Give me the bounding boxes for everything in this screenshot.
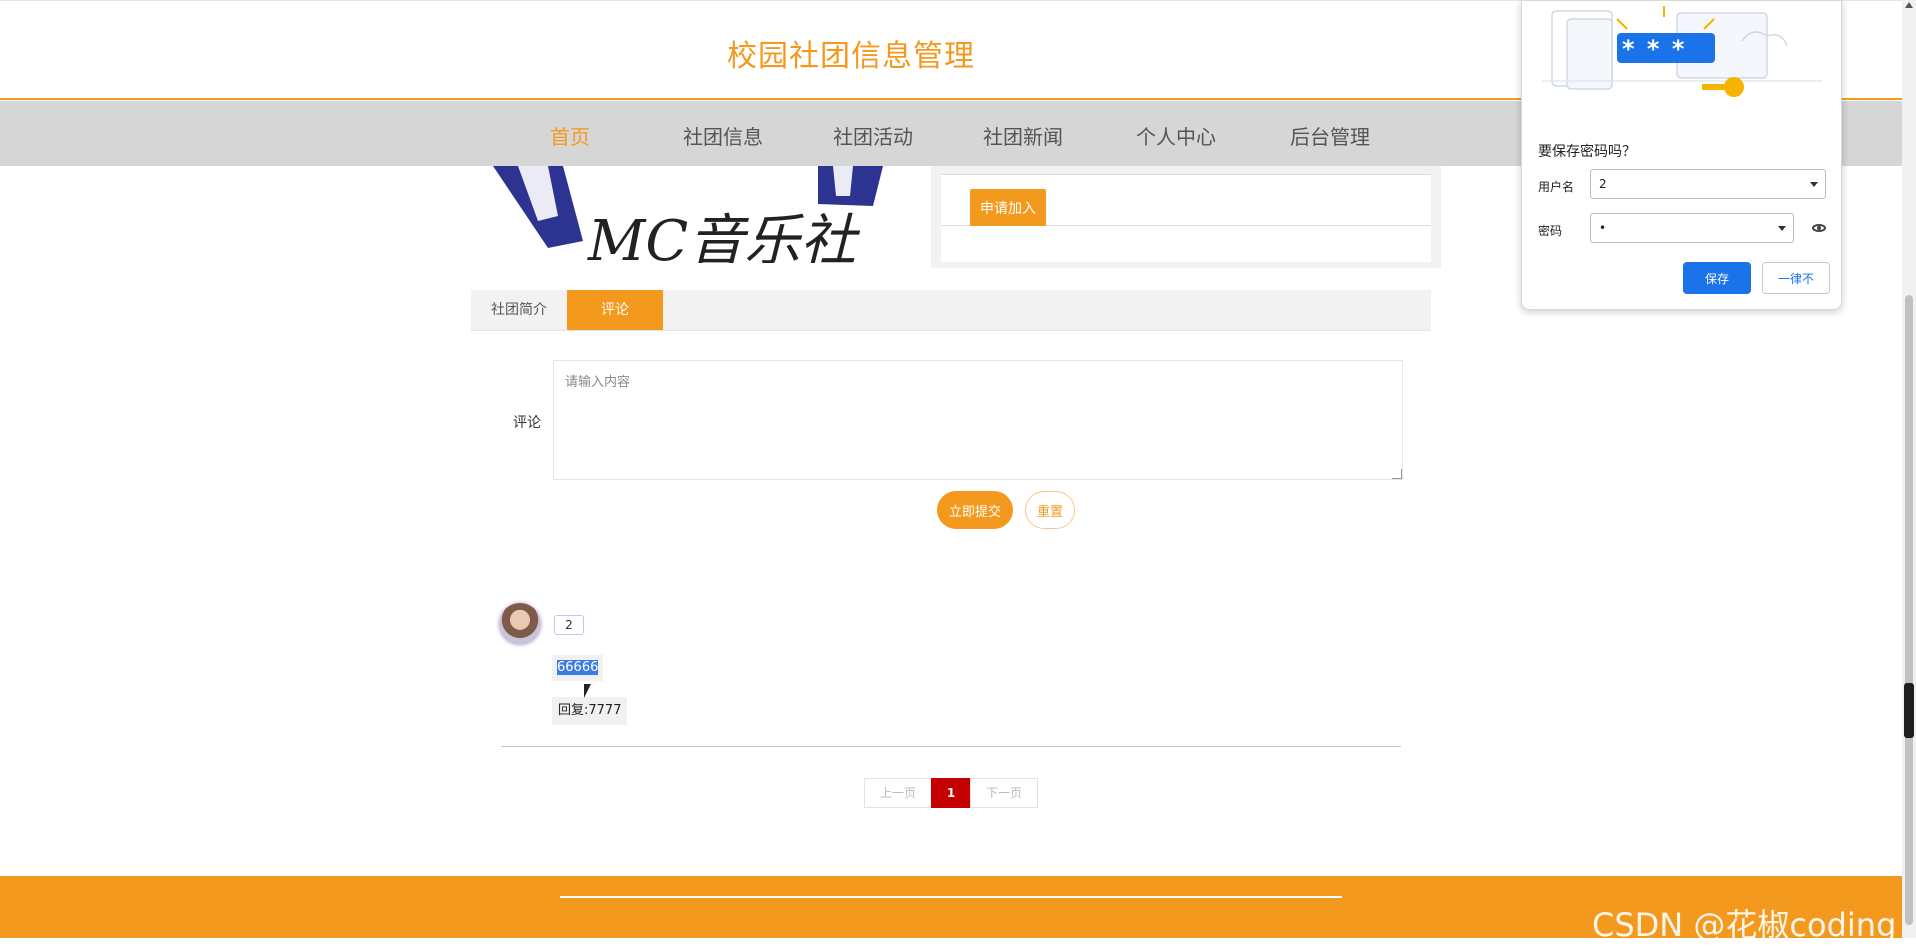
chevron-down-icon (1778, 226, 1786, 231)
comment-content: 66666 (552, 655, 604, 681)
scroll-position-marker (1904, 683, 1914, 738)
watermark: CSDN @花椒coding (1592, 906, 1897, 944)
apply-join-button[interactable]: 申请加入 (970, 189, 1046, 227)
never-save-button[interactable]: 一律不 (1762, 262, 1830, 294)
nav-item-club-news[interactable]: 社团新闻 (983, 121, 1063, 150)
mouse-cursor-icon (584, 684, 591, 698)
textarea-resize-handle[interactable] (1392, 469, 1402, 479)
chevron-down-icon (1810, 182, 1818, 187)
prev-page-button[interactable]: 上一页 (864, 778, 932, 808)
nav-item-home[interactable]: 首页 (550, 121, 590, 150)
scroll-thumb[interactable] (1905, 295, 1913, 925)
site-title: 校园社团信息管理 (727, 39, 975, 74)
comment-reply: 回复:7777 (552, 697, 628, 725)
comment-input[interactable] (553, 360, 1403, 480)
comment-username: 2 (554, 615, 584, 635)
club-banner-image: MC音乐社 (488, 166, 898, 263)
save-password-question: 要保存密码吗？ (1538, 144, 1636, 160)
username-label: 用户名 (1538, 180, 1575, 194)
password-value: • (1599, 221, 1607, 235)
scroll-up-arrow-icon[interactable] (1905, 2, 1913, 8)
username-select[interactable]: 2 (1590, 169, 1826, 199)
password-select[interactable]: • (1590, 213, 1794, 243)
username-value: 2 (1599, 177, 1607, 191)
nav-item-personal-center[interactable]: 个人中心 (1136, 121, 1216, 150)
password-stars: * * * (1622, 35, 1687, 63)
comment-label: 评论 (513, 415, 541, 431)
club-info-row-empty (941, 226, 1431, 262)
next-page-button[interactable]: 下一页 (970, 778, 1038, 808)
comment-content-text: 66666 (557, 660, 599, 675)
submit-comment-button[interactable]: 立即提交 (937, 491, 1013, 529)
comment-divider (501, 746, 1401, 747)
tab-comments[interactable]: 评论 (567, 290, 663, 330)
footer-divider (560, 896, 1342, 898)
site-footer: CSDN @花椒coding (0, 876, 1916, 944)
password-save-popup: * * * 要保存密码吗？ 用户名 2 密码 • 保存 一律不 (1521, 0, 1842, 310)
tab-club-intro[interactable]: 社团简介 (471, 290, 567, 330)
nav-item-club-activity[interactable]: 社团活动 (833, 121, 913, 150)
password-label: 密码 (1538, 224, 1563, 238)
current-page-button[interactable]: 1 (931, 778, 971, 808)
club-info-row: 申请加入 (941, 174, 1431, 227)
club-banner-text: MC音乐社 (588, 209, 857, 263)
nav-item-club-info[interactable]: 社团信息 (683, 121, 763, 150)
eye-icon[interactable] (1812, 224, 1826, 232)
page-scrollbar[interactable] (1902, 0, 1916, 938)
club-info-panel: 申请加入 (931, 166, 1441, 268)
detail-tabs: 社团简介 评论 (471, 290, 1431, 331)
save-password-button[interactable]: 保存 (1683, 262, 1751, 294)
avatar (499, 603, 541, 645)
nav-item-admin[interactable]: 后台管理 (1290, 121, 1370, 150)
reset-button[interactable]: 重置 (1025, 491, 1075, 529)
